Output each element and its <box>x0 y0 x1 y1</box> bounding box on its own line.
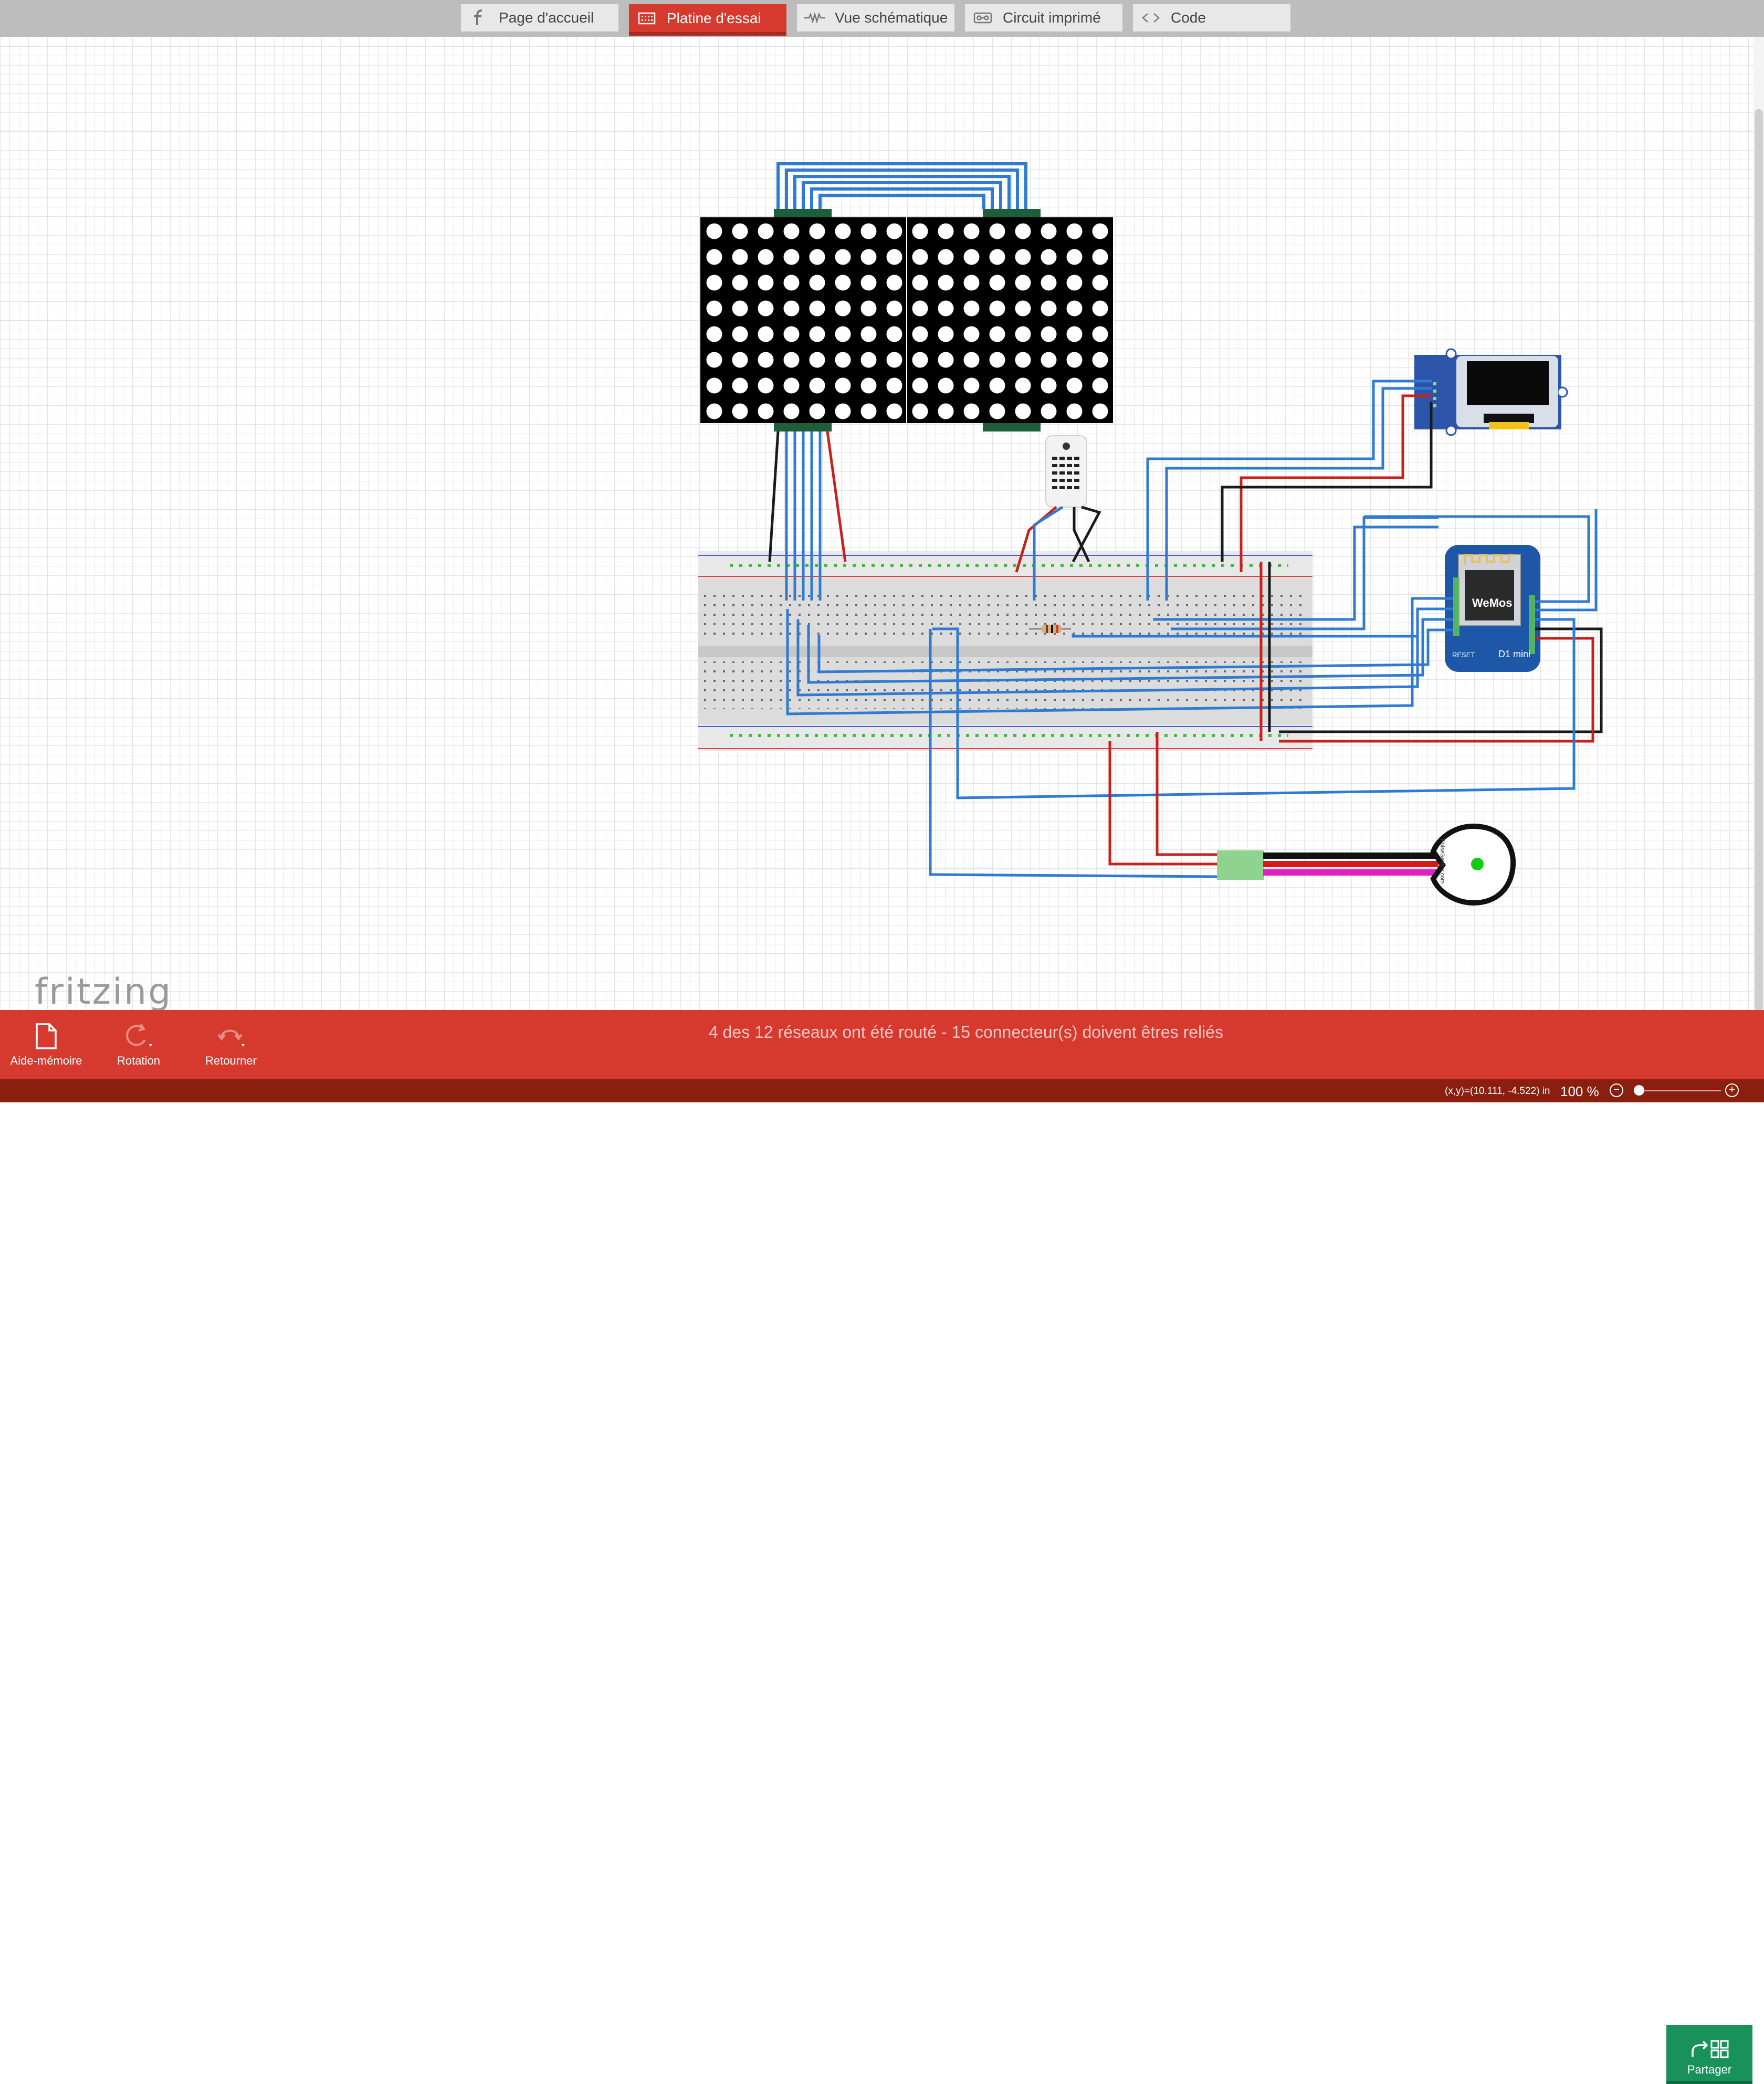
rotate-icon <box>122 1018 155 1054</box>
tab-label: Platine d'essai <box>667 9 761 26</box>
scrollbar-thumb[interactable] <box>1755 109 1763 1012</box>
breadboard[interactable] <box>698 551 1312 751</box>
note-icon <box>34 1018 59 1054</box>
pulse-sensor[interactable]: PulseSensor.com <box>1217 823 1516 906</box>
view-tab-bar: Page d'accueil Platine d'essai Vue schém… <box>0 0 1764 37</box>
zoom-slider[interactable] <box>1637 1090 1721 1091</box>
tab-breadboard[interactable]: Platine d'essai <box>629 4 786 36</box>
flip-button[interactable]: Retourner <box>185 1010 277 1079</box>
flip-icon <box>214 1018 248 1054</box>
share-button[interactable]: Partager <box>1666 2025 1752 2084</box>
tab-label: Circuit imprimé <box>1003 9 1101 26</box>
breadboard-canvas[interactable]: WeMos D1 mini RESET PulseSensor.com frit… <box>0 37 1764 1013</box>
tool-label: Retourner <box>205 1054 257 1067</box>
tab-home[interactable]: Page d'accueil <box>461 4 618 31</box>
oled-display[interactable] <box>1414 348 1568 436</box>
dht22-sensor[interactable] <box>1045 435 1087 508</box>
rotate-button[interactable]: Rotation <box>92 1010 185 1079</box>
tab-code[interactable]: Code <box>1133 4 1290 31</box>
tab-label: Vue schématique <box>835 9 948 26</box>
led-matrix-right[interactable] <box>907 217 1114 424</box>
zoom-in-icon[interactable]: + <box>1725 1083 1739 1097</box>
zoom-level: 100 % <box>1560 1083 1599 1099</box>
circuit-drawing: WeMos D1 mini RESET PulseSensor.com <box>698 162 1603 906</box>
tool-label: Rotation <box>117 1054 160 1067</box>
svg-text:WeMos: WeMos <box>1472 596 1513 609</box>
note-button[interactable]: Aide-mémoire <box>0 1010 92 1079</box>
svg-text:RESET: RESET <box>1452 651 1475 659</box>
breadboard-icon <box>636 9 657 27</box>
fritzing-f-icon <box>468 9 489 27</box>
zoom-slider-thumb[interactable] <box>1634 1085 1644 1096</box>
routing-status: 4 des 12 réseaux ont été routé - 15 conn… <box>708 1023 1224 1041</box>
tab-schematic[interactable]: Vue schématique <box>797 4 954 31</box>
tab-label: Page d'accueil <box>499 9 594 26</box>
wemos-d1-mini[interactable]: WeMos D1 mini RESET <box>1445 545 1540 672</box>
tool-label: Aide-mémoire <box>10 1054 82 1067</box>
tab-label: Code <box>1171 9 1206 26</box>
vertical-scrollbar[interactable] <box>1754 37 1764 1012</box>
code-brackets-icon <box>1140 9 1161 27</box>
resistor-symbol-icon <box>804 9 825 27</box>
share-icon <box>1692 2040 1729 2058</box>
svg-text:PulseSensor.com: PulseSensor.com <box>1439 839 1445 884</box>
led-matrix-left[interactable] <box>700 217 907 424</box>
status-bar: (x,y)=(10.111, -4.522) in 100 % − + <box>0 1079 1764 1102</box>
zoom-out-icon[interactable]: − <box>1610 1083 1623 1097</box>
fritzing-logo: fritzing <box>35 971 173 1013</box>
pcb-icon <box>972 9 993 27</box>
tab-pcb[interactable]: Circuit imprimé <box>965 4 1122 31</box>
bottom-toolbar: Aide-mémoire Rotation Retourner Partager <box>0 1010 1764 2084</box>
svg-text:D1 mini: D1 mini <box>1498 649 1530 659</box>
share-label: Partager <box>1687 2063 1732 2076</box>
cursor-coordinates: (x,y)=(10.111, -4.522) in <box>1445 1086 1550 1097</box>
